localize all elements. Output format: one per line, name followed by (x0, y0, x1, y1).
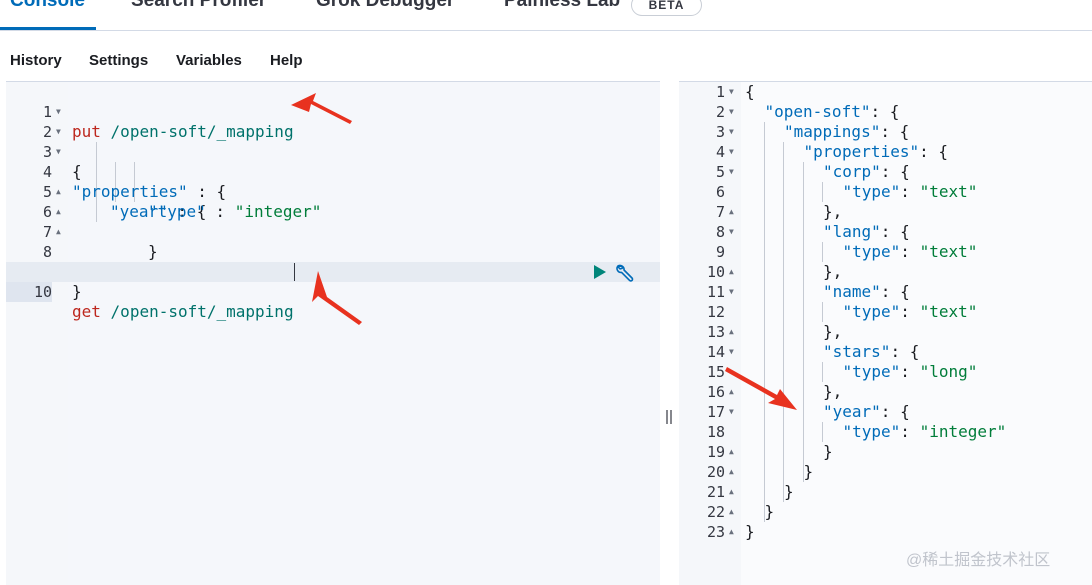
annotation-arrows (291, 93, 797, 410)
annotation-arrow (725, 367, 797, 410)
annotation-arrow (312, 271, 362, 325)
annotation-arrow (291, 93, 352, 124)
watermark: @稀土掘金技术社区 (906, 552, 1051, 569)
